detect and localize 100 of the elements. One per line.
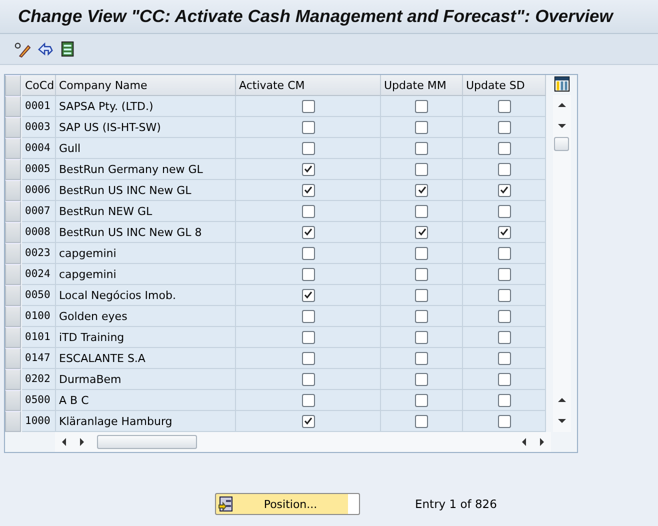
checkbox[interactable] <box>498 330 510 344</box>
table-cell: 0500 <box>22 390 56 411</box>
column-header[interactable]: Update SD <box>463 75 546 96</box>
table-cell: A B C <box>56 390 236 411</box>
table-cell: ESCALANTE S.A <box>56 348 236 369</box>
table-cell: 0007 <box>22 201 56 222</box>
table-cell: SAPSA Pty. (LTD.) <box>56 96 236 117</box>
checkbox[interactable] <box>302 310 314 322</box>
checkbox[interactable] <box>415 246 428 260</box>
checkbox[interactable] <box>415 330 428 344</box>
checkbox[interactable] <box>415 162 428 176</box>
table-cell: 0023 <box>22 243 56 264</box>
table-cell: 0001 <box>22 96 56 117</box>
checkbox[interactable] <box>415 204 428 218</box>
scrollbar-thumb[interactable] <box>97 435 197 449</box>
pencil-glasses-icon[interactable] <box>14 40 31 58</box>
table-cell: Gull <box>56 138 236 159</box>
table-cell: 0100 <box>22 306 56 327</box>
checkbox[interactable] <box>302 394 314 406</box>
checkbox[interactable] <box>302 100 314 112</box>
entry-count: Entry 1 of 826 <box>415 497 497 511</box>
window-title: Change View "CC: Activate Cash Management and Forecast": Overview <box>18 6 613 27</box>
table-cell: 0006 <box>22 180 56 201</box>
scroll-down-icon[interactable] <box>556 416 566 426</box>
undo-arrow-icon[interactable] <box>37 40 54 58</box>
checkbox[interactable] <box>415 372 428 386</box>
table-cell: 0202 <box>22 369 56 390</box>
checkbox[interactable] <box>415 142 428 154</box>
table-cell: SAP US (IS-HT-SW) <box>56 117 236 138</box>
checkbox[interactable] <box>415 414 428 428</box>
checkbox[interactable] <box>498 246 510 260</box>
checkbox[interactable] <box>498 268 510 280</box>
checkbox[interactable] <box>498 100 510 112</box>
table-cell: 0050 <box>22 285 56 306</box>
checkbox[interactable] <box>498 226 510 238</box>
table-cell: 0147 <box>22 348 56 369</box>
scroll-up-icon[interactable] <box>556 100 566 110</box>
checkbox[interactable] <box>498 120 510 134</box>
scrollbar-thumb[interactable] <box>554 137 569 151</box>
column-header[interactable]: Company Name <box>56 75 236 96</box>
position-icon <box>218 496 234 512</box>
scroll-down-icon[interactable] <box>556 121 566 131</box>
table-cell: Golden eyes <box>56 306 236 327</box>
checkbox[interactable] <box>498 372 510 386</box>
checkbox[interactable] <box>302 414 314 428</box>
table-cell: BestRun Germany new GL <box>56 159 236 180</box>
checkbox[interactable] <box>498 352 510 364</box>
table-cell: Kläranlage Hamburg <box>56 411 236 432</box>
horizontal-scrollbar[interactable] <box>55 432 551 452</box>
table-cell: BestRun US INC New GL <box>56 180 236 201</box>
checkbox[interactable] <box>415 184 428 196</box>
column-header[interactable]: CoCd <box>22 75 56 96</box>
table-cell: iTD Training <box>56 327 236 348</box>
checkbox[interactable] <box>498 184 510 196</box>
checkbox[interactable] <box>302 162 314 176</box>
checkbox[interactable] <box>415 120 428 134</box>
checkbox[interactable] <box>302 226 314 238</box>
table-cell: 0005 <box>22 159 56 180</box>
column-header[interactable]: Update MM <box>381 75 463 96</box>
column-settings-icon[interactable] <box>554 76 570 92</box>
table-cell: 0008 <box>22 222 56 243</box>
table-cell: 1000 <box>22 411 56 432</box>
scroll-up-icon[interactable] <box>556 395 566 405</box>
checkbox[interactable] <box>302 352 314 364</box>
checkbox[interactable] <box>302 184 314 196</box>
table-cell: 0004 <box>22 138 56 159</box>
checkbox[interactable] <box>415 288 428 302</box>
checkbox[interactable] <box>302 142 314 154</box>
table-cell: 0003 <box>22 117 56 138</box>
checkbox[interactable] <box>302 330 314 344</box>
checkbox[interactable] <box>302 372 314 386</box>
scroll-right-icon[interactable] <box>77 437 87 447</box>
checkbox[interactable] <box>302 120 314 134</box>
checkbox[interactable] <box>415 310 428 322</box>
checkbox[interactable] <box>302 204 314 218</box>
position-button[interactable]: Position... <box>215 493 360 515</box>
checkbox[interactable] <box>415 394 428 406</box>
checkbox[interactable] <box>415 100 428 112</box>
checkbox[interactable] <box>415 268 428 280</box>
checkbox[interactable] <box>498 288 510 302</box>
checkbox[interactable] <box>302 268 314 280</box>
table-cell: BestRun US INC New GL 8 <box>56 222 236 243</box>
table-cell: capgemini <box>56 264 236 285</box>
checkbox[interactable] <box>415 226 428 238</box>
checkbox[interactable] <box>498 414 510 428</box>
checkbox[interactable] <box>498 162 510 176</box>
checkbox[interactable] <box>498 204 510 218</box>
checkbox[interactable] <box>302 288 314 302</box>
table-cell: Local Negócios Imob. <box>56 285 236 306</box>
table-cell: DurmaBem <box>56 369 236 390</box>
table-cell: 0101 <box>22 327 56 348</box>
checkbox[interactable] <box>498 142 510 154</box>
scroll-right-icon[interactable] <box>537 437 547 447</box>
checkbox[interactable] <box>498 310 510 322</box>
column-header[interactable]: Activate CM <box>236 75 381 96</box>
table-cell: capgemini <box>56 243 236 264</box>
checkbox[interactable] <box>302 246 314 260</box>
checkbox[interactable] <box>498 394 510 406</box>
checkbox[interactable] <box>415 352 428 364</box>
table-cell: 0024 <box>22 264 56 285</box>
